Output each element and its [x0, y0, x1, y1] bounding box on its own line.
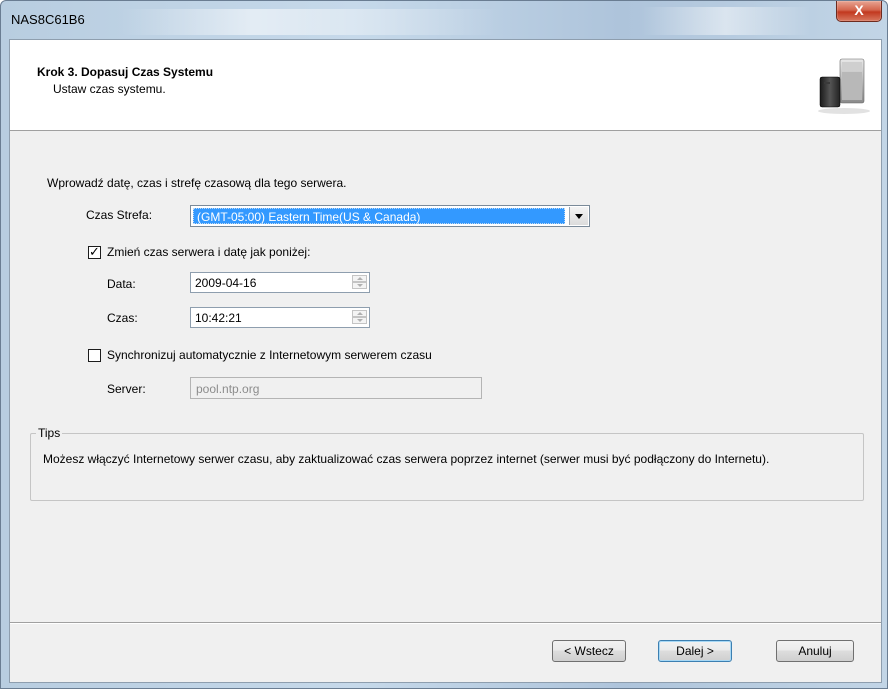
sync-ntp-checkbox[interactable]	[88, 349, 101, 362]
spin-up-icon[interactable]	[352, 310, 367, 317]
back-button[interactable]: < Wstecz	[552, 640, 626, 662]
tips-legend: Tips	[36, 426, 63, 440]
wizard-client-area: Krok 3. Dopasuj Czas Systemu Ustaw czas …	[9, 39, 882, 683]
intro-text: Wprowadź datę, czas i strefę czasową dla…	[47, 176, 347, 190]
footer-divider	[10, 622, 881, 624]
timezone-selected-value: (GMT-05:00) Eastern Time(US & Canada)	[193, 208, 565, 224]
date-spinner[interactable]	[352, 275, 367, 290]
date-picker[interactable]: 2009-04-16	[190, 272, 370, 293]
cancel-button[interactable]: Anuluj	[776, 640, 854, 662]
tips-text: Możesz włączyć Internetowy serwer czasu,…	[43, 452, 770, 466]
next-button[interactable]: Dalej >	[658, 640, 732, 662]
time-spinner[interactable]	[352, 310, 367, 325]
spin-up-icon[interactable]	[352, 275, 367, 282]
change-time-checkbox[interactable]: ✓	[88, 244, 101, 259]
wizard-window: NAS8C61B6 X Krok 3. Dopasuj Czas Systemu…	[0, 0, 888, 689]
date-label: Data:	[107, 277, 136, 291]
wizard-header: Krok 3. Dopasuj Czas Systemu Ustaw czas …	[10, 40, 881, 131]
step-title: Krok 3. Dopasuj Czas Systemu	[37, 65, 214, 79]
title-bar[interactable]: NAS8C61B6 X	[1, 1, 887, 39]
window-title: NAS8C61B6	[11, 12, 85, 27]
timezone-label: Czas Strefa:	[86, 208, 153, 222]
spin-down-icon[interactable]	[352, 282, 367, 289]
ntp-server-field[interactable]: pool.ntp.org	[190, 377, 482, 399]
nas-server-icon	[818, 58, 870, 114]
time-picker[interactable]: 10:42:21	[190, 307, 370, 328]
tips-group: Tips Możesz włączyć Internetowy serwer c…	[30, 426, 864, 501]
server-label: Server:	[107, 382, 146, 396]
step-subtitle: Ustaw czas systemu.	[53, 82, 166, 96]
chevron-down-icon[interactable]	[569, 207, 588, 225]
close-button[interactable]: X	[836, 1, 882, 22]
sync-ntp-label: Synchronizuj automatycznie z Internetowy…	[107, 348, 432, 362]
spin-down-icon[interactable]	[352, 317, 367, 324]
time-label: Czas:	[107, 311, 138, 325]
title-bar-glow	[121, 9, 501, 35]
title-bar-glow-right	[641, 7, 811, 35]
date-value: 2009-04-16	[195, 276, 257, 290]
timezone-select[interactable]: (GMT-05:00) Eastern Time(US & Canada)	[190, 205, 590, 227]
time-value: 10:42:21	[195, 311, 242, 325]
checkmark-icon: ✓	[89, 244, 100, 259]
change-time-label: Zmień czas serwera i datę jak poniżej:	[107, 245, 311, 259]
